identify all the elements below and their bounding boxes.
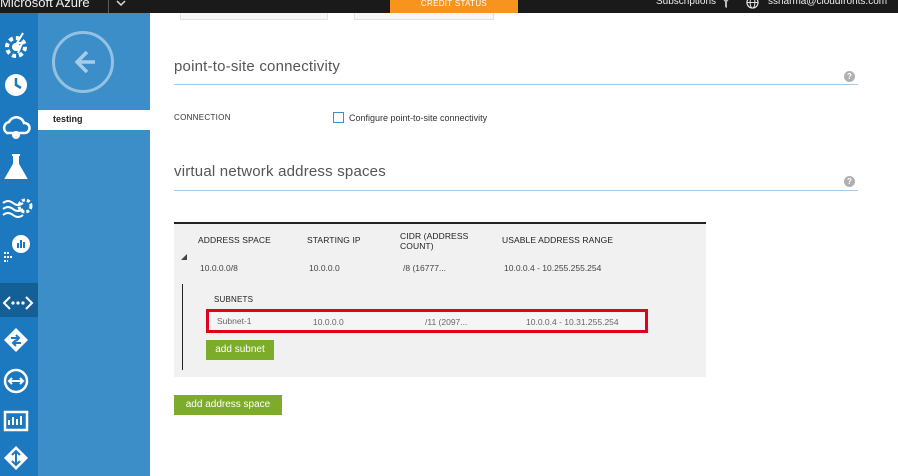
section-divider [174, 190, 858, 191]
column-header-usable-range: USABLE ADDRESS RANGE [502, 235, 614, 245]
brand-divider [108, 0, 109, 13]
diamond-arrows-icon[interactable] [1, 443, 33, 475]
collapse-triangle-icon[interactable] [181, 254, 187, 260]
traffic-manager-icon[interactable] [1, 325, 33, 357]
flask-icon[interactable] [1, 151, 33, 183]
add-address-space-button[interactable]: add address space [174, 395, 282, 415]
column-header-starting-ip: STARTING IP [307, 235, 361, 245]
service-icon-rail [0, 13, 38, 476]
usable-range-value: 10.0.0.4 - 10.255.255.254 [504, 263, 602, 273]
address-space-value[interactable]: 10.0.0.0/8 [200, 263, 238, 273]
p2s-section-title: point-to-site connectivity [174, 58, 341, 75]
subnet-name-input[interactable]: Subnet-1 [215, 314, 305, 328]
column-header-address-space: ADDRESS SPACE [198, 235, 271, 245]
subscriptions-link[interactable]: Subscriptions [656, 0, 716, 9]
subnet-cidr[interactable]: /11 (2097... [425, 317, 467, 327]
subnets-label: SUBNETS [214, 295, 254, 304]
credit-status-button[interactable]: CREDIT STATUS [390, 0, 518, 13]
subnet-usable-range: 10.0.0.4 - 10.31.255.254 [526, 317, 619, 327]
help-icon[interactable]: ? [844, 71, 855, 82]
connection-label: CONNECTION [174, 113, 231, 122]
top-bar: Microsoft Azure CREDIT STATUS Subscripti… [0, 0, 898, 13]
vnet-section-title: virtual network address spaces [174, 163, 386, 180]
gear-bolt-icon[interactable] [1, 31, 33, 63]
vpn-gateway-icon[interactable] [1, 365, 33, 397]
filter-icon[interactable] [722, 0, 730, 8]
top-tab[interactable] [354, 13, 494, 20]
p2s-checkbox[interactable] [333, 112, 344, 123]
subnet-row-highlighted[interactable]: Subnet-1 10.0.0.0 /11 (2097... 10.0.0.4 … [206, 309, 648, 333]
top-tab[interactable] [180, 13, 328, 20]
cloud-gear-icon[interactable] [1, 111, 33, 143]
clock-icon[interactable] [1, 69, 33, 101]
virtual-network-icon[interactable] [2, 287, 34, 319]
subnet-starting-ip[interactable]: 10.0.0.0 [313, 317, 344, 327]
arrow-left-icon [74, 50, 95, 74]
user-email[interactable]: ssharma@cloudfronts.com [768, 0, 887, 9]
dashboard-icon[interactable] [1, 405, 33, 437]
address-space-table: ADDRESS SPACE STARTING IP CIDR (ADDRESS … [174, 222, 706, 377]
main-content: point-to-site connectivity ? CONNECTION … [150, 13, 898, 476]
resource-panel: testing [38, 13, 150, 476]
cidr-value[interactable]: /8 (16777... [403, 263, 446, 273]
waves-gear-icon[interactable] [1, 191, 33, 223]
help-icon[interactable]: ? [844, 176, 855, 187]
globe-icon[interactable] [746, 0, 759, 9]
sidebar-item-testing[interactable]: testing [38, 110, 150, 130]
back-button[interactable] [52, 31, 114, 93]
chart-icon[interactable] [1, 231, 33, 263]
brand-title[interactable]: Microsoft Azure [0, 0, 90, 10]
subnets-tree-line [182, 284, 183, 370]
section-divider [174, 84, 858, 85]
column-header-cidr: CIDR (ADDRESS COUNT) [400, 231, 469, 251]
p2s-checkbox-label[interactable]: Configure point-to-site connectivity [349, 113, 487, 123]
starting-ip-value[interactable]: 10.0.0.0 [309, 263, 340, 273]
add-subnet-button[interactable]: add subnet [206, 340, 274, 360]
chevron-down-icon[interactable] [114, 0, 128, 10]
